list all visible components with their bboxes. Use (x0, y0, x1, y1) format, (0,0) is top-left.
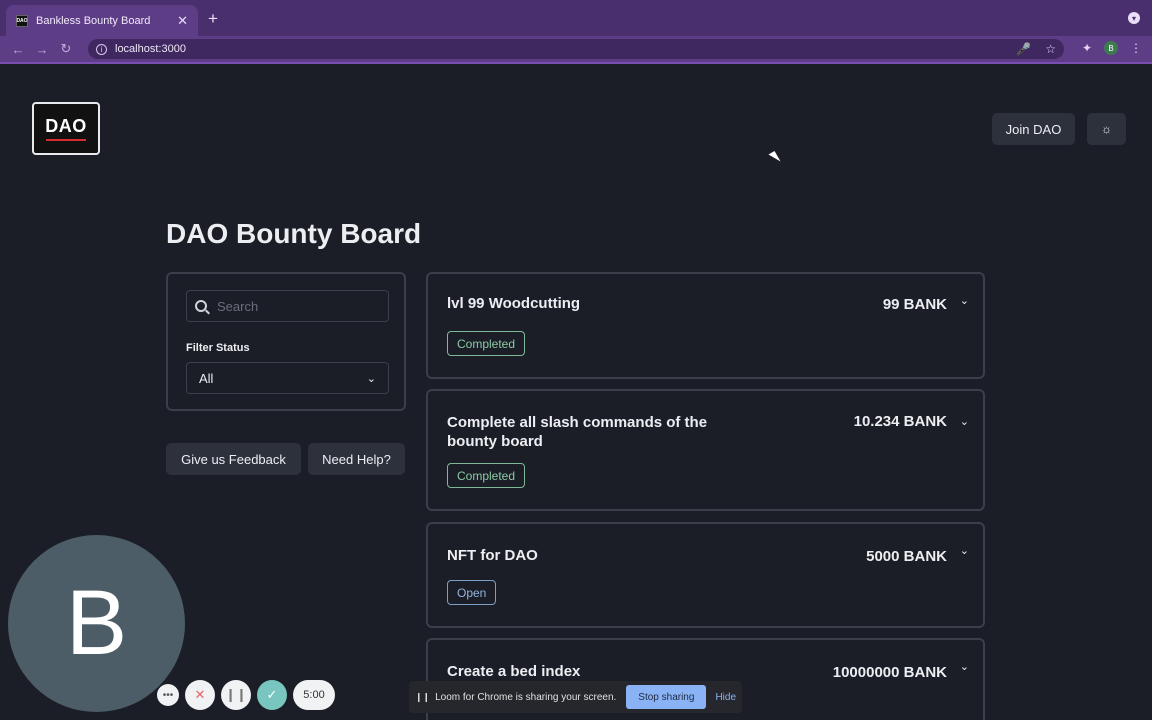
filter-status-label: Filter Status (186, 342, 250, 354)
chevron-down-icon: ⌄ (366, 372, 376, 385)
loom-controls: ••• ✕ ❙❙ ✓ 5:00 (157, 680, 335, 710)
pause-icon: ❙❙ (415, 691, 431, 702)
forward-arrow-icon[interactable]: → (30, 42, 54, 57)
kebab-menu-icon[interactable]: ⋮ (1130, 41, 1142, 55)
bounty-card[interactable]: Complete all slash commands of the bount… (426, 389, 985, 511)
url-text: localhost:3000 (115, 43, 186, 55)
bounty-title: Create a bed index (447, 663, 581, 680)
cancel-recording-icon[interactable]: ✕ (185, 680, 215, 710)
tab-close-icon[interactable]: ✕ (177, 13, 188, 29)
back-arrow-icon[interactable]: ← (6, 42, 30, 57)
info-icon[interactable]: i (96, 43, 107, 55)
logo-text: DAO (45, 116, 87, 136)
give-feedback-button[interactable]: Give us Feedback (166, 443, 301, 475)
status-badge: Completed (447, 331, 526, 356)
dao-logo[interactable]: DAO (32, 102, 100, 155)
filter-status-select[interactable]: All ⌄ (186, 362, 389, 394)
bounty-card[interactable]: lvl 99 Woodcutting 99 BANK ⌄ Completed (426, 272, 985, 379)
join-dao-button[interactable]: Join DAO (992, 113, 1075, 145)
bounty-reward: 10.234 BANK (853, 413, 947, 430)
search-box[interactable] (186, 290, 389, 322)
chevron-down-icon[interactable]: ⌄ (960, 544, 969, 557)
tab-title: Bankless Bounty Board (36, 14, 151, 27)
filter-status-value: All (199, 370, 214, 386)
recording-timer: 5:00 (293, 680, 335, 710)
microphone-icon[interactable]: 🎤 (1016, 42, 1031, 56)
more-options-icon[interactable]: ••• (157, 684, 179, 706)
chevron-down-icon[interactable]: ▾ (1128, 12, 1140, 24)
extensions-puzzle-icon[interactable]: ✦ (1082, 41, 1092, 55)
status-badge: Completed (447, 463, 526, 488)
need-help-button[interactable]: Need Help? (308, 443, 405, 475)
bounty-title: Complete all slash commands of the bount… (447, 414, 708, 450)
search-input[interactable] (217, 298, 377, 314)
theme-toggle-button[interactable]: ☼ (1087, 113, 1126, 145)
new-tab-button[interactable]: + (208, 9, 218, 29)
status-badge: Open (447, 580, 497, 605)
stop-sharing-button[interactable]: Stop sharing (626, 685, 707, 709)
screen-share-bar: ❙❙ Loom for Chrome is sharing your scree… (409, 681, 742, 713)
bounty-card[interactable]: NFT for DAO 5000 BANK ⌄ Open (426, 522, 985, 628)
search-icon (195, 300, 207, 312)
chevron-down-icon[interactable]: ⌄ (960, 294, 969, 307)
bounty-reward: 5000 BANK (866, 548, 947, 565)
hide-button[interactable]: Hide (715, 692, 736, 703)
page-title: DAO Bounty Board (166, 218, 422, 249)
dao-favicon-icon: DAO (16, 14, 28, 27)
reload-icon[interactable]: ↻ (54, 41, 78, 57)
filter-panel: Filter Status All ⌄ (166, 272, 406, 411)
bounty-reward: 10000000 BANK (832, 664, 947, 681)
chevron-down-icon[interactable]: ⌄ (960, 415, 969, 428)
star-icon[interactable]: ☆ (1045, 42, 1056, 56)
bounty-title: lvl 99 Woodcutting (447, 295, 581, 312)
mouse-cursor-icon (768, 151, 781, 165)
browser-toolbar: ← → ↻ i localhost:3000 🎤 ☆ ✦ B ⋮ (0, 36, 1152, 62)
divider (0, 62, 1152, 64)
logo-underline (46, 139, 86, 141)
profile-avatar[interactable]: B (1104, 41, 1118, 55)
share-notice-text: Loom for Chrome is sharing your screen. (435, 691, 617, 703)
sun-icon: ☼ (1101, 122, 1112, 136)
finish-recording-icon[interactable]: ✓ (257, 680, 287, 710)
pause-icon[interactable]: ❙❙ (221, 680, 251, 710)
bounty-title: NFT for DAO (447, 547, 538, 564)
chevron-down-icon[interactable]: ⌄ (960, 660, 969, 673)
address-bar[interactable]: i localhost:3000 🎤 ☆ (88, 39, 1064, 59)
browser-tab-bar: DAO Bankless Bounty Board ✕ + ▾ (0, 0, 1152, 36)
bounty-reward: 99 BANK (882, 296, 947, 313)
browser-tab[interactable]: DAO Bankless Bounty Board ✕ (6, 5, 198, 36)
